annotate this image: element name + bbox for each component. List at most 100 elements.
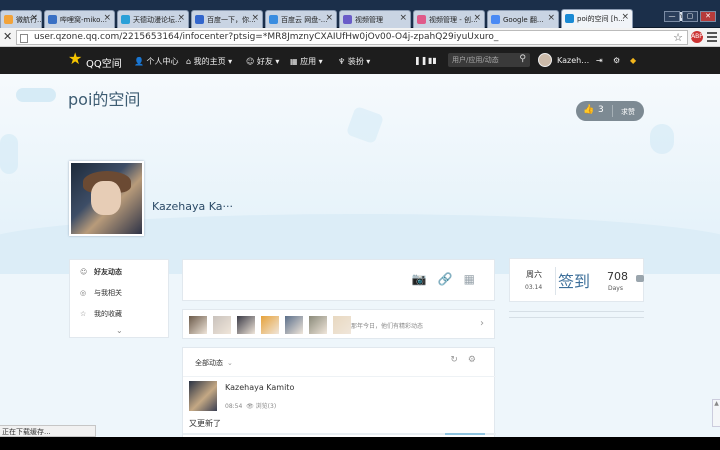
signin-button[interactable]: 签到 [558,268,590,292]
maximize-button[interactable]: ▢ [682,11,698,22]
browser-tab[interactable]: 哔哩窝-miko... × [44,10,115,28]
left-menu: ☺ 好友动态 ◎ 与我相关 ☆ 我的收藏 ⌄ [69,259,169,338]
nav-apps[interactable]: ▦ 应用 ▾ [290,56,323,67]
browser-tab[interactable]: 百度云 网盘-... × [265,10,337,28]
menu-item-friends-feed[interactable]: ☺ 好友动态 [80,267,122,277]
visitor-avatar[interactable] [285,316,303,334]
visitor-avatar[interactable] [309,316,327,334]
qzone-star-icon[interactable]: ★ [68,51,82,67]
comment-bubble-icon[interactable] [636,275,644,282]
tab-close-icon[interactable]: × [251,13,259,23]
tab-close-icon[interactable]: × [399,13,407,23]
profile-avatar[interactable] [69,161,144,236]
nav-friends[interactable]: ☺ 好友 ▾ [246,56,279,67]
tab-close-icon[interactable]: × [621,12,629,22]
tab-close-icon[interactable]: × [473,13,481,23]
grid-icon[interactable]: ▦ [464,272,486,286]
signin-card: 周六 03.14 签到 708 Days [509,258,644,302]
tab-favicon-icon [565,14,574,23]
close-window-button[interactable]: ✕ [700,11,716,22]
signin-date: 03.14 [525,284,543,291]
visitor-avatar[interactable] [333,316,351,334]
expand-menu-icon[interactable]: ⌄ [116,326,123,335]
browser-tab[interactable]: 微航行... × [0,10,42,28]
tab-favicon-icon [417,15,426,24]
minimize-button[interactable]: — [664,11,680,22]
gear-decoration [0,134,18,174]
qzone-logo-text[interactable]: QQ空间 [86,55,122,70]
visitor-avatar[interactable] [189,316,207,334]
browser-tab[interactable]: Google 翻... × [487,10,559,28]
tab-label: 天德动漫论坛... [133,16,182,24]
music-note-decoration [650,124,674,154]
cloud-decoration [16,88,56,102]
post-author[interactable]: Kazehaya Kamito [225,383,294,392]
at-me-icon: ◎ [80,289,87,297]
signin-days-label: Days [608,285,623,292]
pause-music-icon[interactable]: ❚❚ [414,56,427,65]
right-divider [509,317,644,318]
tab-label: Google 翻... [503,16,544,24]
chevron-right-icon[interactable]: › [480,318,484,329]
browser-tab[interactable]: poi的空间 [h... × [561,9,633,28]
url-text: user.qzone.qq.com/2215653164/infocenter?… [34,32,499,42]
signal-bars-icon[interactable]: ▮▮ [428,56,437,65]
profile-nickname[interactable]: Kazehaya Ka··· [152,200,233,213]
browser-tab[interactable]: 天德动漫论坛... × [117,10,189,28]
post-progress [183,433,496,435]
tab-close-icon[interactable]: × [103,13,111,23]
visitor-avatar[interactable] [237,316,255,334]
menu-icon[interactable] [707,32,717,42]
like-button[interactable]: 👍 3 求赞 [576,101,644,121]
nav-username[interactable]: Kazeh… [557,56,589,65]
like-count: 3 [598,105,604,115]
abp-icon[interactable]: ABP [691,31,703,43]
tab-label: 微航行... [16,16,42,24]
eye-icon: 👁 [246,403,254,410]
post-avatar[interactable] [189,381,217,411]
space-title[interactable]: poi的空间 [68,86,140,110]
link-icon[interactable]: 🔗 [438,272,464,286]
tab-close-icon[interactable]: × [30,13,38,23]
tab-label: 哔哩窝-miko... [60,16,107,24]
settings-icon[interactable]: ⚙ [468,355,486,365]
nav-avatar[interactable] [538,53,552,67]
nav-my-home[interactable]: ⌂ 我的主页 ▾ [186,56,232,67]
feed-divider [183,376,496,377]
settings-gear-icon[interactable]: ⚙ [613,56,620,65]
search-icon[interactable]: ⚲ [519,54,526,64]
ask-like-label: 求赞 [621,108,635,116]
visitor-avatar[interactable] [261,316,279,334]
page-icon [20,34,28,43]
menu-item-related[interactable]: ◎ 与我相关 [80,288,122,298]
browser-tab[interactable]: 视频管理 - 创... × [413,10,485,28]
browser-tab[interactable]: 视频管理 × [339,10,411,28]
shirt-icon: ♆ [338,57,346,66]
letterbox [0,437,720,450]
post-composer[interactable]: 📷🔗▦ [182,259,495,301]
past-today-bar[interactable]: 那年今日，他们有精彩动态 › [182,309,495,339]
vip-diamond-icon[interactable]: ◆ [630,56,636,65]
menu-item-favorites[interactable]: ☆ 我的收藏 [80,309,122,319]
nav-personal-center[interactable]: 👤 个人中心 [134,56,179,67]
qzone-search-input[interactable]: 用户/应用/动态 ⚲ [448,53,530,67]
tab-close-icon[interactable]: × [177,13,185,23]
search-placeholder: 用户/应用/动态 [452,56,499,64]
favorites-icon: ☆ [80,310,87,318]
stop-icon[interactable]: ✕ [3,30,12,43]
browser-tab[interactable]: 百度一下，你... × [191,10,263,28]
feed-panel: 全部动态 ⌄ ↻⚙ Kazehaya Kamito 08:54 👁 浏览(3) 又… [182,347,496,437]
refresh-icon[interactable]: ↻ [450,355,468,365]
url-field[interactable]: user.qzone.qq.com/2215653164/infocenter?… [16,30,688,45]
visitor-avatar[interactable] [213,316,231,334]
nav-decorate[interactable]: ♆ 装扮 ▾ [338,56,370,67]
nav-apps-label: 应用 [300,57,317,66]
bookmark-star-icon[interactable]: ☆ [673,31,683,44]
feed-filter[interactable]: 全部动态 ⌄ [195,358,233,368]
camera-icon[interactable]: 📷 [412,272,438,286]
back-to-top-tab[interactable]: ▲ [712,399,720,427]
tab-label: 视频管理 - 创... [429,16,478,24]
logout-icon[interactable]: ⇥ [596,56,603,65]
tab-close-icon[interactable]: × [547,13,555,23]
tab-close-icon[interactable]: × [325,13,333,23]
